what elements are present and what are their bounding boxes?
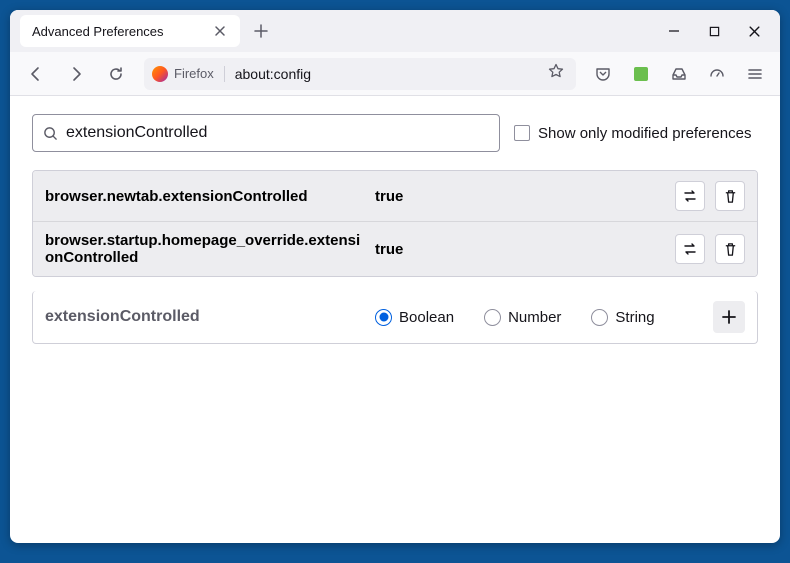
pref-value: true [375,188,675,205]
search-row: Show only modified preferences [32,114,758,152]
pref-row: browser.startup.homepage_override.extens… [33,221,757,276]
content-area: Show only modified preferences browser.n… [10,96,780,362]
radio-string[interactable]: String [591,309,654,326]
radio-number[interactable]: Number [484,309,561,326]
preferences-list: browser.newtab.extensionControlled true … [32,170,758,277]
identity-box[interactable]: Firefox [152,66,225,82]
show-modified-checkbox[interactable]: Show only modified preferences [514,125,751,142]
show-modified-label: Show only modified preferences [538,125,751,142]
toggle-button[interactable] [675,181,705,211]
search-box[interactable] [32,114,500,152]
tab-title: Advanced Preferences [32,24,212,39]
search-input[interactable] [66,124,489,142]
menu-button[interactable] [740,59,770,89]
delete-button[interactable] [715,234,745,264]
checkbox-icon [514,125,530,141]
titlebar: Advanced Preferences [10,10,780,52]
inbox-icon[interactable] [664,59,694,89]
pref-name: browser.startup.homepage_override.extens… [45,232,375,266]
new-tab-button[interactable] [246,16,276,46]
url-bar[interactable]: Firefox about:config [144,58,576,90]
browser-window: Advanced Preferences Firefox about:confi… [10,10,780,543]
radio-boolean[interactable]: Boolean [375,309,454,326]
back-button[interactable] [20,58,52,90]
search-icon [43,126,58,141]
add-preference-button[interactable] [713,301,745,333]
pref-value: true [375,241,675,258]
toggle-button[interactable] [675,234,705,264]
window-controls [664,21,764,41]
pref-name: browser.newtab.extensionControlled [45,188,375,205]
maximize-button[interactable] [704,21,724,41]
delete-button[interactable] [715,181,745,211]
tab-advanced-preferences[interactable]: Advanced Preferences [20,15,240,47]
new-preference-row: extensionControlled Boolean Number Strin… [32,291,758,344]
extension-icon[interactable] [626,59,656,89]
type-radio-group: Boolean Number String [375,309,713,326]
pref-row: browser.newtab.extensionControlled true [33,171,757,221]
reload-button[interactable] [100,58,132,90]
pocket-icon[interactable] [588,59,618,89]
radio-icon [591,309,608,326]
new-pref-name: extensionControlled [45,308,375,326]
url-text: about:config [225,66,548,82]
firefox-icon [152,66,168,82]
minimize-button[interactable] [664,21,684,41]
toolbar: Firefox about:config [10,52,780,96]
forward-button[interactable] [60,58,92,90]
dashboard-icon[interactable] [702,59,732,89]
radio-icon [375,309,392,326]
close-window-button[interactable] [744,21,764,41]
radio-icon [484,309,501,326]
bookmark-star-icon[interactable] [548,63,568,84]
close-tab-icon[interactable] [212,23,228,39]
identity-label: Firefox [174,66,214,81]
